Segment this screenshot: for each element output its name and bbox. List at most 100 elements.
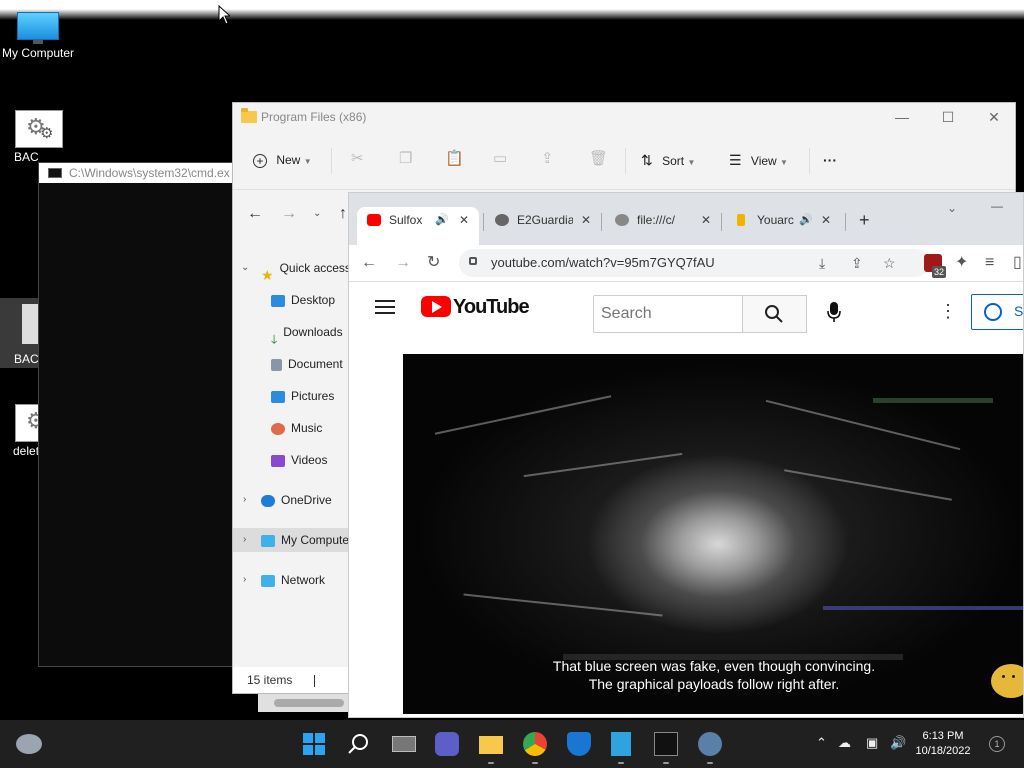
share-icon[interactable]: ⇪ [851,253,863,273]
start-button[interactable] [302,732,326,756]
tab-sulfox[interactable]: Sulfox 🔊 ✕ [357,207,479,245]
sign-in-button[interactable]: S [971,294,1023,330]
more-vert-icon[interactable]: ⋮ [939,302,957,320]
file-explorer-taskbar-icon[interactable] [479,736,503,754]
minimize-icon[interactable]: — [879,103,925,131]
nav-item-music[interactable]: Music [233,416,351,440]
close-icon[interactable]: ✕ [971,103,1017,131]
youtube-search-box[interactable] [593,295,743,333]
desktop-icon-my-computer[interactable]: My Computer [0,12,76,60]
menu-hamburger-icon[interactable] [375,300,395,318]
maximize-icon[interactable]: ☐ [925,103,971,131]
notification-badge[interactable]: 1 [989,736,1005,752]
video-glitch-line [873,398,993,403]
chevron-up-icon[interactable]: ⌃ [816,735,827,751]
forward-arrow-icon[interactable]: → [281,204,297,224]
teams-chat-icon[interactable] [435,732,459,756]
search-button[interactable] [347,732,371,756]
more-options-button[interactable]: ··· [823,147,837,173]
recent-chevron-icon[interactable]: ⌄ [313,204,321,224]
microphone-icon[interactable] [827,301,841,323]
horizontal-scrollbar[interactable] [258,694,350,712]
youtube-logo-text[interactable]: YouTube [453,296,530,319]
weather-widget-icon[interactable] [16,734,42,754]
desktop-icon-delet[interactable]: ⚙ delet [0,404,46,458]
chevron-right-icon[interactable]: › [243,528,246,552]
system-clock[interactable]: 6:13 PM 10/18/2022 [912,729,974,759]
speaker-icon[interactable]: 🔊 [799,207,813,233]
install-icon[interactable]: ⤓ [819,253,825,273]
chrome-taskbar-icon[interactable] [523,732,547,756]
notepad-icon[interactable] [611,732,631,756]
search-input[interactable] [594,296,743,332]
minimize-icon[interactable]: — [991,193,1003,231]
settings-file-icon: ⚙ ⚙ [15,110,63,148]
close-tab-icon[interactable]: ✕ [701,207,711,233]
paste-icon[interactable]: 📋 [445,149,464,167]
desktop-icon-bac-1[interactable]: ⚙ ⚙ BAC [0,110,63,164]
view-button[interactable]: ☰ View ▼ [729,147,788,173]
up-arrow-icon[interactable]: ↑ [339,204,347,224]
settings-gear-icon[interactable] [698,732,722,756]
explorer-titlebar[interactable]: Program Files (x86) — ☐ ✕ [233,103,1015,131]
share-icon[interactable]: ⇪ [541,149,554,167]
tab-title: file:///c/ [637,213,676,227]
delete-icon[interactable]: 🗑 [589,149,608,167]
search-button[interactable] [743,295,807,333]
url-text: youtube.com/watch?v=95m7GYQ7fAU [491,255,715,270]
forward-arrow-icon[interactable]: → [395,253,411,273]
sort-button[interactable]: ⇅ Sort ▼ [641,147,695,173]
cmd-window[interactable]: C:\Windows\system32\cmd.ex [38,162,238,667]
nav-item-documents[interactable]: Document [233,352,351,376]
new-tab-button[interactable]: + [859,207,870,245]
video-player[interactable]: That blue screen was fake, even though c… [403,354,1023,714]
nav-quick-access[interactable]: ★ Quick access [233,256,351,280]
tab-e2guardian[interactable]: E2Guardia ✕ [485,207,597,245]
close-tab-icon[interactable]: ✕ [459,207,469,233]
rename-icon[interactable]: ▭ [493,149,507,167]
nav-onedrive[interactable]: OneDrive [233,488,351,512]
nav-label: Desktop [291,293,336,307]
cloud-off-icon[interactable]: ☁ [838,735,851,751]
new-button[interactable]: + New ▼ [253,147,312,173]
chevron-down-icon: ▼ [303,157,312,166]
cut-icon[interactable]: ✂ [351,149,364,167]
scroll-thumb[interactable] [274,699,344,707]
monitor-icon [261,534,275,547]
tab-youarc[interactable]: Youarc 🔊 ✕ [727,207,839,245]
cmd-titlebar[interactable]: C:\Windows\system32\cmd.ex [39,163,237,183]
close-tab-icon[interactable]: ✕ [821,207,831,233]
tab-file[interactable]: file:///c/ ✕ [605,207,717,245]
desktop-icon-bac-2[interactable]: BAC [0,298,40,368]
bookmark-star-icon[interactable]: ☆ [883,253,896,273]
youtube-logo-icon[interactable] [421,296,451,317]
tab-search-chevron-icon[interactable]: ⌄ [947,195,957,233]
reload-icon[interactable]: ↻ [427,253,440,273]
speaker-icon[interactable]: 🔊 [435,207,449,233]
chevron-down-icon: ▼ [780,158,788,167]
volume-icon[interactable]: 🔊 [890,735,906,751]
nav-item-videos[interactable]: Videos [233,448,351,472]
network-icon[interactable]: ▣ [866,735,878,751]
nav-item-downloads[interactable]: ⤓ Downloads [233,320,351,344]
cmd-icon [48,168,62,178]
media-queue-icon[interactable]: ≡ [985,253,994,273]
mouse-cursor-icon [218,5,230,25]
side-panel-icon[interactable]: ▯ [1013,253,1022,273]
nav-network[interactable]: Network [233,568,351,592]
close-tab-icon[interactable]: ✕ [581,207,591,233]
nav-my-computer[interactable]: › My Compute [233,528,351,552]
defender-shield-icon[interactable] [567,732,591,756]
address-bar[interactable]: youtube.com/watch?v=95m7GYQ7fAU ⤓ ⇪ ☆ [459,249,929,277]
back-arrow-icon[interactable]: ← [361,253,377,273]
desktop-icon-label: delet [13,444,40,458]
extensions-puzzle-icon[interactable]: ✦ [955,253,968,273]
nav-item-desktop[interactable]: Desktop [233,288,351,312]
task-view-icon[interactable] [392,736,416,752]
copy-icon[interactable]: ❐ [399,149,412,167]
cmd-taskbar-icon[interactable] [654,732,678,756]
back-arrow-icon[interactable]: ← [247,204,263,224]
nav-item-pictures[interactable]: Pictures [233,384,351,408]
chrome-window[interactable]: Sulfox 🔊 ✕ E2Guardia ✕ file:///c/ ✕ Youa… [348,192,1024,718]
ublock-extension-icon[interactable]: 32 [924,254,947,278]
